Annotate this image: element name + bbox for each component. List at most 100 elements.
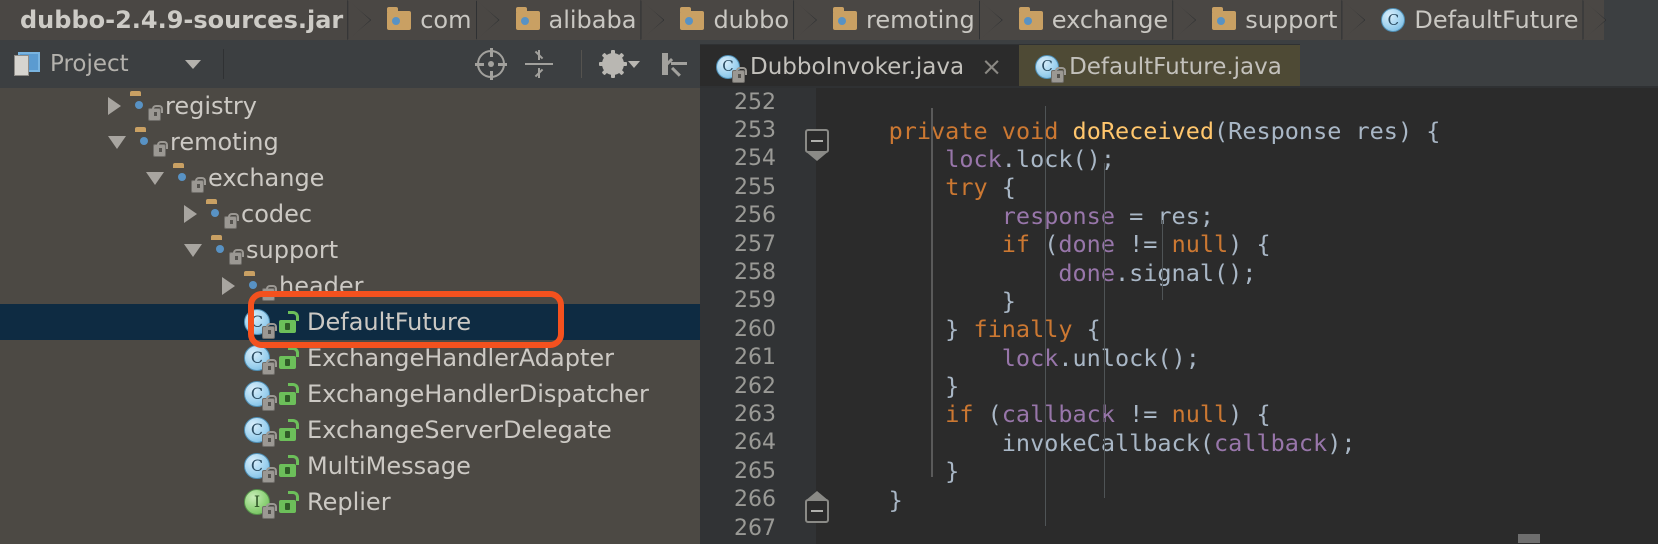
code-text: } <box>832 457 960 486</box>
chevron-right-icon[interactable] <box>108 97 121 115</box>
line-number: 252 <box>734 89 776 115</box>
indent-guide <box>1104 418 1105 498</box>
tree-item-label: Replier <box>307 488 391 516</box>
lock-badge-icon <box>224 213 239 229</box>
settings-gear-icon[interactable] <box>599 50 640 78</box>
select-opened-file-icon[interactable] <box>475 48 507 80</box>
folder-icon <box>130 95 163 121</box>
fold-column <box>786 88 832 116</box>
code-line: 252 <box>700 88 1658 116</box>
tree-item-support[interactable]: support <box>0 232 700 268</box>
breadcrumb-item-remoting[interactable]: remoting <box>815 0 1001 40</box>
tree-item-defaultfuture[interactable]: C DefaultFuture <box>0 304 700 340</box>
scrollbar-thumb[interactable] <box>1518 534 1540 543</box>
line-number: 264 <box>734 430 776 456</box>
horizontal-scrollbar[interactable] <box>1518 532 1658 544</box>
folder-icon <box>387 6 412 30</box>
unlock-icon <box>279 455 299 477</box>
hide-panel-icon[interactable] <box>660 50 688 78</box>
chevron-down-icon[interactable] <box>184 243 202 257</box>
editor-tab-defaultfuture-java[interactable]: C DefaultFuture.java <box>1019 44 1300 88</box>
tree-item-label: remoting <box>170 128 279 156</box>
folder-icon <box>680 6 705 30</box>
folder-icon <box>173 167 206 193</box>
lock-badge-icon <box>148 105 163 121</box>
java-class-icon: C <box>716 54 747 83</box>
chevron-down-icon[interactable] <box>628 60 640 68</box>
breadcrumb-item-defaultfuture[interactable]: C DefaultFuture <box>1363 0 1605 40</box>
unlock-icon <box>279 347 299 369</box>
fold-column <box>786 202 832 230</box>
breadcrumb-item-support[interactable]: support <box>1194 0 1364 40</box>
unlock-icon <box>279 311 299 333</box>
fold-column <box>786 287 832 315</box>
tree-item-exchangeserverdelegate[interactable]: C ExchangeServerDelegate <box>0 412 700 448</box>
chevron-down-icon[interactable] <box>146 171 164 185</box>
tree-item-codec[interactable]: codec <box>0 196 700 232</box>
lock-badge-icon <box>153 141 168 157</box>
chevron-down-icon[interactable] <box>184 59 201 69</box>
project-view-selector[interactable]: Project <box>0 40 215 88</box>
breadcrumb-item-label: alibaba <box>548 6 637 34</box>
code-text: } <box>832 485 903 514</box>
fold-marker-start[interactable] <box>805 129 829 162</box>
lock-badge-icon <box>1051 66 1067 83</box>
breadcrumb-item-label: com <box>420 6 472 34</box>
line-number: 256 <box>734 203 776 229</box>
chevron-down-icon[interactable] <box>108 135 126 149</box>
fold-column <box>786 258 832 286</box>
tree-item-replier[interactable]: I Replier <box>0 484 700 520</box>
tree-item-exchangehandlerdispatcher[interactable]: C ExchangeHandlerDispatcher <box>0 376 700 412</box>
tree-item-label: exchange <box>208 164 325 192</box>
tree-item-remoting[interactable]: remoting <box>0 124 700 160</box>
editor-tab-dubboinvoker-java[interactable]: C DubboInvoker.java × <box>700 44 1020 88</box>
class-icon: C <box>244 381 277 411</box>
tree-item-header[interactable]: header <box>0 268 700 304</box>
code-line: 267 <box>700 514 1658 542</box>
tree-item-registry[interactable]: registry <box>0 88 700 124</box>
code-line: 265 } <box>700 457 1658 485</box>
lock-badge-icon <box>262 503 277 519</box>
collapse-all-icon[interactable] <box>525 50 553 78</box>
indent-guide <box>1162 220 1163 300</box>
tree-item-label: ExchangeHandlerAdapter <box>307 344 614 372</box>
code-line: 261 lock.unlock(); <box>700 344 1658 372</box>
folder-icon <box>244 275 277 301</box>
ide-window: dubbo-2.4.9-sources.jar com alibaba dubbo re… <box>0 0 1658 544</box>
code-line: 262 } <box>700 372 1658 400</box>
class-icon: C <box>1381 8 1406 32</box>
code-text: lock.lock(); <box>945 144 1115 173</box>
code-editor[interactable]: 252 253 private void doReceived(Response … <box>700 88 1658 544</box>
folder-icon <box>135 131 168 157</box>
unlock-icon <box>279 383 299 405</box>
breadcrumb-item-label: dubbo-2.4.9-sources.jar <box>20 6 344 34</box>
breadcrumb-item-exchange[interactable]: exchange <box>1000 0 1195 40</box>
breadcrumb-item-dubbo[interactable]: dubbo <box>662 0 816 40</box>
fold-marker-end[interactable] <box>805 490 829 523</box>
editor-tab-label: DefaultFuture.java <box>1069 53 1282 80</box>
code-text: private void doReceived(Response res) { <box>888 116 1441 145</box>
editor-tab-label: DubboInvoker.java <box>750 53 965 80</box>
code-fold-gutter-line <box>931 108 933 478</box>
project-tree[interactable]: registry remoting exchange codec support head… <box>0 88 700 544</box>
breadcrumb-item-com[interactable]: com <box>369 0 498 40</box>
tree-item-exchangehandleradapter[interactable]: C ExchangeHandlerAdapter <box>0 340 700 376</box>
code-line: 257 if (done != null) { <box>700 230 1658 258</box>
line-number: 258 <box>734 260 776 286</box>
tree-item-exchange[interactable]: exchange <box>0 160 700 196</box>
code-line: 253 private void doReceived(Response res… <box>700 116 1658 145</box>
breadcrumb-item-dubbo-2-4-9-sources-jar[interactable]: dubbo-2.4.9-sources.jar <box>0 0 370 40</box>
toolbar-divider <box>222 49 224 79</box>
close-icon[interactable]: × <box>978 54 1005 79</box>
lock-badge-icon <box>262 431 277 447</box>
fold-column <box>786 372 832 400</box>
code-text: } <box>832 286 1016 315</box>
chevron-right-icon[interactable] <box>222 277 235 295</box>
line-number: 253 <box>734 118 776 144</box>
breadcrumb-item-alibaba[interactable]: alibaba <box>497 0 663 40</box>
tree-item-multimessage[interactable]: C MultiMessage <box>0 448 700 484</box>
chevron-right-icon[interactable] <box>184 205 197 223</box>
code-line: 258 done.signal(); <box>700 258 1658 287</box>
line-number: 255 <box>734 174 776 200</box>
code-text: invokeCallback(callback); <box>832 428 1356 457</box>
